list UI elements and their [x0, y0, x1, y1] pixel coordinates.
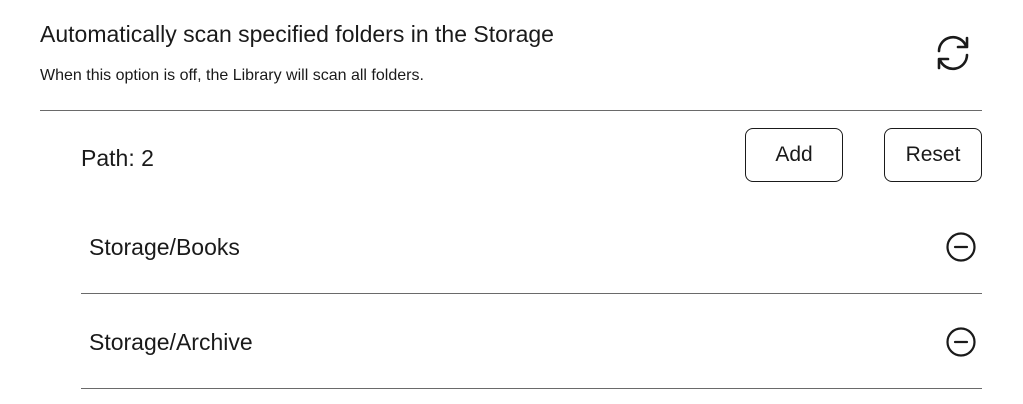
sync-icon [937, 35, 969, 71]
remove-circle-icon [946, 327, 976, 357]
remove-circle-icon [946, 232, 976, 262]
folder-list-item: Storage/Books [81, 200, 982, 294]
folder-path: Storage/Books [89, 234, 240, 260]
setting-description: When this option is off, the Library wil… [40, 67, 424, 84]
sync-button[interactable] [930, 30, 976, 76]
folder-path: Storage/Archive [89, 329, 253, 355]
reset-button[interactable]: Reset [884, 128, 982, 182]
add-button[interactable]: Add [745, 128, 843, 182]
path-count-label: Path: 2 [81, 145, 154, 171]
remove-folder-button[interactable] [944, 325, 978, 359]
auto-scan-setting: Automatically scan specified folders in … [0, 0, 1023, 111]
section-divider [40, 110, 982, 111]
remove-folder-button[interactable] [944, 230, 978, 264]
folder-list-item: Storage/Archive [81, 295, 982, 389]
path-summary-row: Path: 2 Add Reset [0, 120, 1023, 196]
setting-title: Automatically scan specified folders in … [40, 21, 554, 47]
